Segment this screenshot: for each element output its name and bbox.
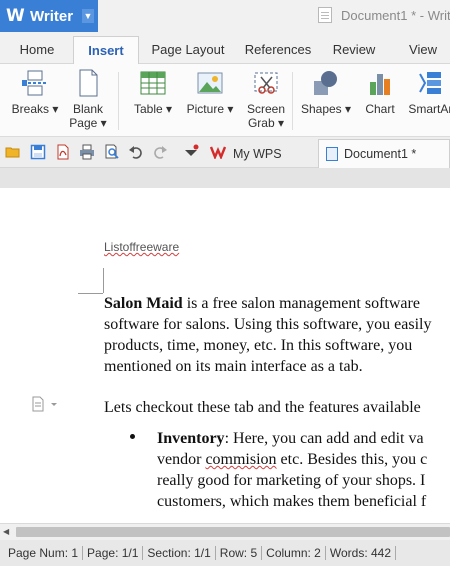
bullet-point [130, 434, 135, 439]
title-bar: W Writer ▼ Document1 * - Writer [0, 0, 450, 32]
body-line[interactable]: vendor commision etc. Besides this, you … [157, 449, 427, 470]
open-icon[interactable] [5, 144, 21, 160]
tab-view[interactable]: View [398, 36, 448, 64]
table-button[interactable]: Table ▾ [128, 68, 178, 116]
app-menu-button[interactable]: W Writer ▼ [0, 0, 98, 32]
shapes-button[interactable]: Shapes ▾ [296, 68, 356, 116]
print-icon[interactable] [79, 144, 95, 160]
scrollbar-thumb[interactable] [16, 527, 450, 537]
picture-label: Picture ▾ [186, 102, 234, 116]
breaks-label: Breaks ▾ [11, 102, 59, 116]
tab-review[interactable]: Review [326, 36, 382, 64]
chart-label: Chart [365, 102, 395, 116]
margin-corner-mark [103, 268, 104, 293]
undo-icon[interactable] [128, 144, 144, 160]
status-bar: Page Num: 1 Page: 1/1 Section: 1/1 Row: … [0, 540, 450, 566]
redo-icon[interactable] [152, 144, 168, 160]
tab-page-layout[interactable]: Page Layout [146, 36, 230, 64]
status-page[interactable]: Page: 1/1 [87, 546, 138, 560]
blank-page-icon [73, 68, 103, 98]
blank-page-button[interactable]: Blank Page ▾ [64, 68, 112, 130]
misspelled-word: commision [205, 451, 277, 468]
doc-tab-document1[interactable]: Document1 * [318, 139, 450, 168]
page-header-text[interactable]: Listoffreeware [104, 240, 179, 254]
wps-logo-icon [209, 145, 230, 162]
chevron-down-icon[interactable]: ▼ [82, 9, 94, 23]
picture-button[interactable]: Picture ▾ [182, 68, 238, 116]
document-tab-icon [326, 147, 338, 161]
body-line[interactable]: really good for marketing of your shops.… [157, 470, 425, 491]
ribbon-separator [292, 72, 293, 130]
window-title: Document1 * - Writer [318, 7, 450, 23]
status-separator [82, 546, 84, 560]
breaks-button[interactable]: Breaks ▾ [6, 68, 64, 116]
bold-run: Inventory [157, 430, 225, 447]
writer-logo-icon: W [6, 6, 25, 26]
text-run: vendor [157, 451, 206, 468]
customize-icon[interactable] [183, 144, 199, 160]
status-words[interactable]: Words: 442 [330, 546, 391, 560]
status-separator [261, 546, 263, 560]
status-separator [142, 546, 144, 560]
app-name: Writer [30, 7, 74, 25]
tab-insert[interactable]: Insert [73, 36, 139, 64]
page-gap [0, 168, 450, 188]
smartart-label: SmartArt [408, 102, 450, 116]
margin-corner-mark [78, 293, 103, 294]
body-line[interactable]: products, time, money, etc. In this soft… [104, 335, 412, 356]
body-line[interactable]: Inventory: Here, you can add and edit va [157, 428, 424, 449]
export-pdf-icon[interactable] [55, 144, 71, 160]
text-run: : Here, you can add and edit va [224, 430, 424, 447]
status-page-num[interactable]: Page Num: 1 [8, 546, 78, 560]
paragraph-options-icon[interactable] [32, 396, 57, 412]
picture-icon [195, 68, 225, 98]
shapes-label: Shapes ▾ [300, 102, 352, 116]
status-separator [395, 546, 397, 560]
tab-home[interactable]: Home [8, 36, 66, 64]
ribbon-insert: Breaks ▾ Blank Page ▾ Table ▾ Picture ▾ … [0, 64, 450, 137]
screen-grab-label: Screen Grab ▾ [246, 102, 286, 130]
quick-access-toolbar: My WPS ✕ Document1 * [0, 137, 450, 168]
body-line[interactable]: mentioned on its main interface as a tab… [104, 356, 363, 377]
status-separator [214, 546, 216, 560]
doc-tab-label: Document1 * [344, 147, 417, 161]
status-separator [324, 546, 326, 560]
shapes-icon [311, 68, 341, 98]
print-preview-icon[interactable] [104, 144, 120, 160]
scroll-left-icon[interactable]: ◀ [3, 527, 13, 537]
status-section[interactable]: Section: 1/1 [147, 546, 210, 560]
tab-references[interactable]: References [240, 36, 316, 64]
horizontal-scrollbar[interactable]: ◀ [0, 523, 450, 540]
smartart-icon [417, 68, 447, 98]
screen-grab-icon [251, 68, 281, 98]
smartart-button[interactable]: SmartArt [404, 68, 450, 116]
chart-button[interactable]: Chart [360, 68, 400, 116]
chart-icon [365, 68, 395, 98]
text-run: etc. Besides this, you c [276, 451, 428, 468]
save-icon[interactable] [30, 144, 46, 160]
table-icon [138, 68, 168, 98]
body-line[interactable]: Salon Maid is a free salon management so… [104, 293, 420, 314]
document-page[interactable]: Listoffreeware Salon Maid is a free salo… [0, 188, 450, 523]
doc-tab-my-wps[interactable]: My WPS [209, 139, 314, 168]
blank-page-label: Blank Page ▾ [69, 102, 107, 130]
text-run: is a free salon management software [182, 295, 420, 312]
body-line[interactable]: software for salons. Using this software… [104, 314, 432, 335]
ribbon-separator [118, 72, 119, 130]
body-line[interactable]: Lets checkout these tab and the features… [104, 397, 421, 418]
status-column[interactable]: Column: 2 [266, 546, 321, 560]
document-icon [318, 7, 332, 23]
screen-grab-button[interactable]: Screen Grab ▾ [242, 68, 290, 130]
body-line[interactable]: customers, which makes them beneficial f [157, 491, 426, 512]
window-title-text: Document1 * - Writer [341, 7, 450, 23]
breaks-icon [20, 68, 50, 98]
bold-run: Salon Maid [104, 295, 183, 312]
status-row[interactable]: Row: 5 [220, 546, 257, 560]
doc-tab-label: My WPS [233, 146, 282, 161]
ribbon-tabs: Home Insert Page Layout References Revie… [0, 32, 450, 64]
table-label: Table ▾ [133, 102, 173, 116]
